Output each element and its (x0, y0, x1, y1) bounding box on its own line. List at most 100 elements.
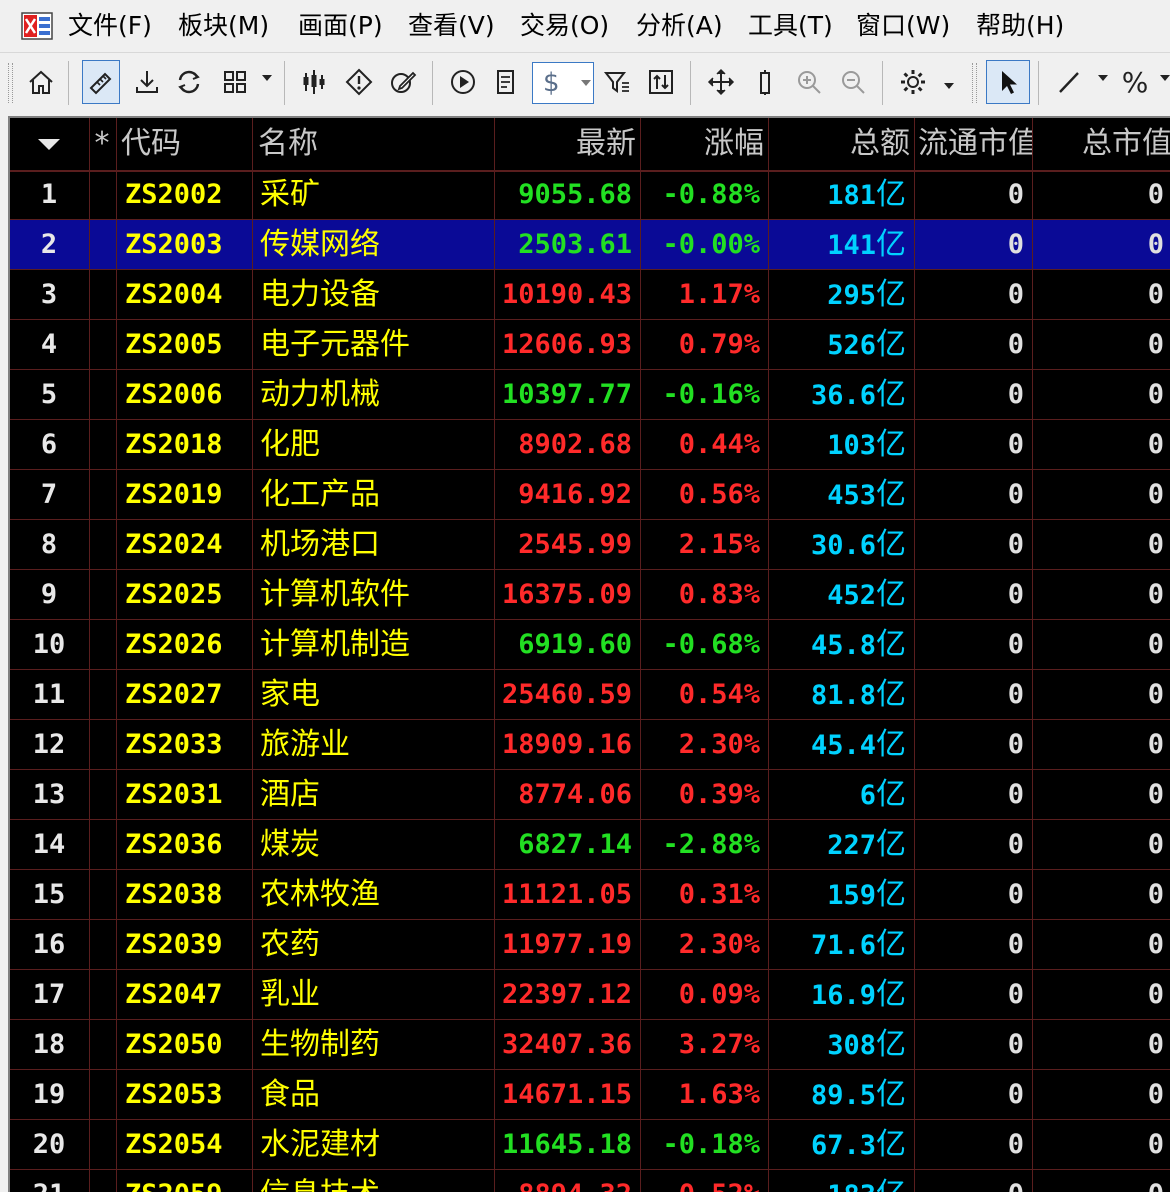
table-row[interactable]: 4 ZS2005 电子元器件 12606.93 0.79% 526亿 0 0 (10, 320, 1170, 370)
line-tool-button[interactable] (1050, 60, 1088, 104)
table-row[interactable]: 12 ZS2033 旅游业 18909.16 2.30% 45.4亿 0 0 (10, 720, 1170, 770)
report-icon (497, 70, 514, 94)
header-name[interactable]: 名称 (254, 118, 494, 170)
cell-last: 9416.92 (518, 479, 632, 510)
pointer-button[interactable] (986, 60, 1030, 104)
cell-total: 0 (1147, 1029, 1164, 1060)
zoom-out-button[interactable] (834, 60, 872, 104)
menu-trade[interactable]: 交易(O) (520, 8, 609, 44)
zoom-in-button[interactable] (790, 60, 828, 104)
chevron-down-icon[interactable] (581, 80, 591, 86)
table-row[interactable]: 11 ZS2027 家电 25460.59 0.54% 81.8亿 0 0 (10, 670, 1170, 720)
toolbar-grip[interactable] (8, 63, 13, 103)
table-row[interactable]: 19 ZS2053 食品 14671.15 1.63% 89.5亿 0 0 (10, 1070, 1170, 1120)
toolbar-grip[interactable] (972, 63, 977, 103)
amount-unit: 亿 (876, 327, 906, 362)
cell-chg: -2.88% (662, 829, 760, 860)
table-row[interactable]: 15 ZS2038 农林牧渔 11121.05 0.31% 159亿 0 0 (10, 870, 1170, 920)
header-star[interactable]: * (90, 118, 114, 170)
menu-file[interactable]: 文件(F) (68, 8, 152, 44)
toolbar: $ % (0, 52, 1170, 113)
cell-chg: 0.09% (678, 979, 760, 1010)
cell-total: 0 (1147, 629, 1164, 660)
header-code[interactable]: 代码 (118, 118, 250, 170)
menu-analysis[interactable]: 分析(A) (636, 8, 723, 44)
layout-grid-button[interactable] (216, 60, 254, 104)
column-divider[interactable] (89, 118, 90, 1192)
chevron-down-icon[interactable] (262, 75, 272, 81)
alert-button[interactable] (340, 60, 378, 104)
table-row[interactable]: 21ZS2059信息技术8894.320.52%183亿00 (10, 1170, 1170, 1192)
bar-button[interactable] (746, 60, 784, 104)
cell-amount: 453亿 (770, 470, 914, 519)
header-float-cap[interactable]: 流通市值 (916, 118, 1032, 170)
column-divider[interactable] (494, 118, 495, 1192)
cell-idx: 9 (40, 579, 58, 610)
table-row[interactable]: 20 ZS2054 水泥建材 11645.18 -0.18% 67.3亿 0 0 (10, 1120, 1170, 1170)
column-divider[interactable] (640, 118, 641, 1192)
cell-last: 22397.12 (501, 979, 632, 1010)
column-divider[interactable] (768, 118, 769, 1192)
menu-view[interactable]: 查看(V) (408, 8, 495, 44)
cell-chg: -0.18% (662, 1129, 760, 1160)
column-divider[interactable] (116, 118, 117, 1192)
sort-column-header[interactable] (10, 118, 88, 170)
table-row[interactable]: 7 ZS2019 化工产品 9416.92 0.56% 453亿 0 0 (10, 470, 1170, 520)
menu-view-screen[interactable]: 画面(P) (298, 8, 383, 44)
measure-button[interactable] (82, 60, 120, 104)
cell-code: ZS2033 (125, 729, 223, 760)
filter-button[interactable] (598, 60, 636, 104)
menu-window[interactable]: 窗口(W) (856, 8, 950, 44)
percent-button[interactable]: % (1116, 60, 1154, 104)
menu-sector[interactable]: 板块(M) (178, 8, 269, 44)
amount-unit: 亿 (876, 977, 906, 1012)
cell-chg: 0.31% (678, 879, 760, 910)
download-button[interactable] (128, 60, 166, 104)
amount-value: 181 (827, 180, 876, 211)
table-row[interactable]: 5 ZS2006 动力机械 10397.77 -0.16% 36.6亿 0 0 (10, 370, 1170, 420)
table-row[interactable]: 13 ZS2031 酒店 8774.06 0.39% 6亿 0 0 (10, 770, 1170, 820)
menu-tools[interactable]: 工具(T) (748, 8, 833, 44)
header-amount[interactable]: 总额 (770, 118, 914, 170)
table-row[interactable]: 16 ZS2039 农药 11977.19 2.30% 71.6亿 0 0 (10, 920, 1170, 970)
table-row[interactable]: 8 ZS2024 机场港口 2545.99 2.15% 30.6亿 0 0 (10, 520, 1170, 570)
cell-total: 0 (1147, 429, 1164, 460)
settings-button[interactable] (894, 60, 932, 104)
play-button[interactable] (444, 60, 482, 104)
column-divider[interactable] (1032, 118, 1033, 1192)
cell-idx: 7 (40, 479, 58, 510)
column-divider[interactable] (914, 118, 915, 1192)
candlestick-button[interactable] (296, 60, 334, 104)
amount-unit: 亿 (876, 1027, 906, 1062)
menu-help[interactable]: 帮助(H) (976, 8, 1064, 44)
table-row[interactable]: 3 ZS2004 电力设备 10190.43 1.17% 295亿 0 0 (10, 270, 1170, 320)
table-row[interactable]: 6 ZS2018 化肥 8902.68 0.44% 103亿 0 0 (10, 420, 1170, 470)
chevron-down-icon[interactable] (1098, 75, 1108, 81)
home-button[interactable] (22, 60, 60, 104)
column-divider[interactable] (252, 118, 253, 1192)
cell-amount: 45.4亿 (770, 720, 914, 769)
edit-button[interactable] (384, 60, 422, 104)
cell-amount: 183亿 (770, 1170, 914, 1192)
header-total-cap[interactable]: 总市值 (1034, 118, 1170, 170)
chevron-down-icon[interactable] (944, 83, 954, 89)
table-row[interactable]: 18 ZS2050 生物制药 32407.36 3.27% 308亿 0 0 (10, 1020, 1170, 1070)
cell-amount: 45.8亿 (770, 620, 914, 669)
currency-combo[interactable]: $ (532, 62, 594, 104)
pan-button[interactable] (702, 60, 740, 104)
table-row[interactable]: 14 ZS2036 煤炭 6827.14 -2.88% 227亿 0 0 (10, 820, 1170, 870)
table-row[interactable]: 17 ZS2047 乳业 22397.12 0.09% 16.9亿 0 0 (10, 970, 1170, 1020)
cell-float: 0 (1007, 579, 1024, 610)
header-last[interactable]: 最新 (496, 118, 640, 170)
table-row[interactable]: 9 ZS2025 计算机软件 16375.09 0.83% 452亿 0 0 (10, 570, 1170, 620)
chevron-down-icon[interactable] (1160, 75, 1170, 81)
table-row[interactable]: 2 ZS2003 传媒网络 2503.61 -0.00% 141亿 0 0 (10, 220, 1170, 270)
app-logo-icon[interactable] (20, 11, 54, 41)
exchange-button[interactable] (642, 60, 680, 104)
report-button[interactable] (488, 60, 526, 104)
table-row[interactable]: 1 ZS2002 采矿 9055.68 -0.88% 181亿 0 0 (10, 170, 1170, 220)
header-change[interactable]: 涨幅 (642, 118, 768, 170)
sync-button[interactable] (170, 60, 208, 104)
table-row[interactable]: 10 ZS2026 计算机制造 6919.60 -0.68% 45.8亿 0 0 (10, 620, 1170, 670)
amount-unit: 亿 (876, 877, 906, 912)
